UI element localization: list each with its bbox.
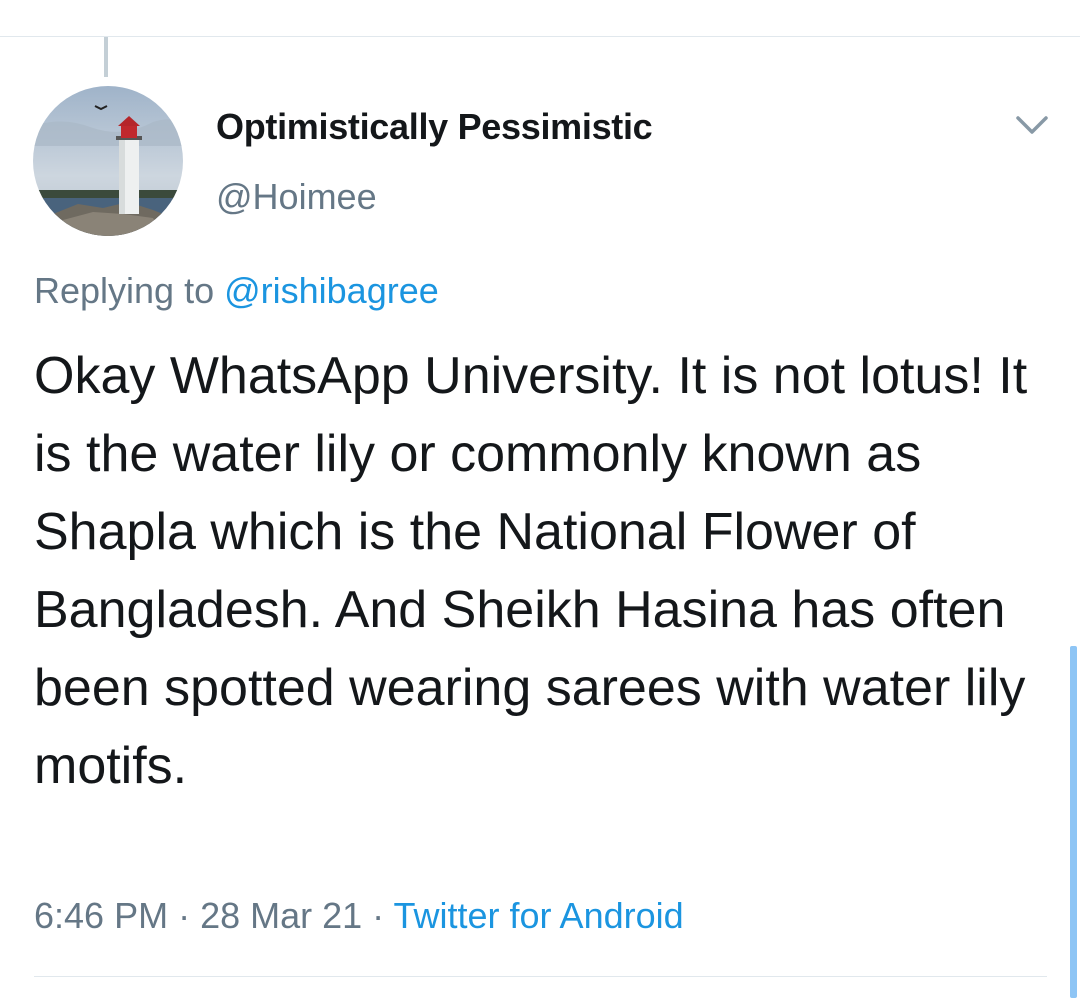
meta-separator: · <box>362 895 394 936</box>
lighthouse-avatar-icon <box>33 86 183 236</box>
replying-to-prefix: Replying to <box>34 270 225 311</box>
tweet-date: 28 Mar 21 <box>200 895 363 936</box>
thread-connector-line <box>104 37 108 77</box>
tweet-time: 6:46 PM <box>34 895 169 936</box>
tweet-source-link[interactable]: Twitter for Android <box>394 895 684 936</box>
tweet-text: Okay WhatsApp University. It is not lotu… <box>34 347 1028 795</box>
avatar[interactable] <box>33 86 183 236</box>
author-display-name[interactable]: Optimistically Pessimistic <box>216 106 653 148</box>
scrollbar[interactable] <box>1070 646 1077 998</box>
tweet-meta: 6:46 PM · 28 Mar 21 · Twitter for Androi… <box>34 895 684 937</box>
bottom-divider <box>34 976 1047 977</box>
replying-to: Replying to @rishibagree <box>34 270 439 312</box>
author-handle[interactable]: @Hoimee <box>216 176 377 218</box>
top-divider <box>0 36 1080 37</box>
reply-target-link[interactable]: @rishibagree <box>224 270 439 311</box>
meta-separator: · <box>168 895 201 936</box>
chevron-down-icon[interactable] <box>1010 108 1054 144</box>
